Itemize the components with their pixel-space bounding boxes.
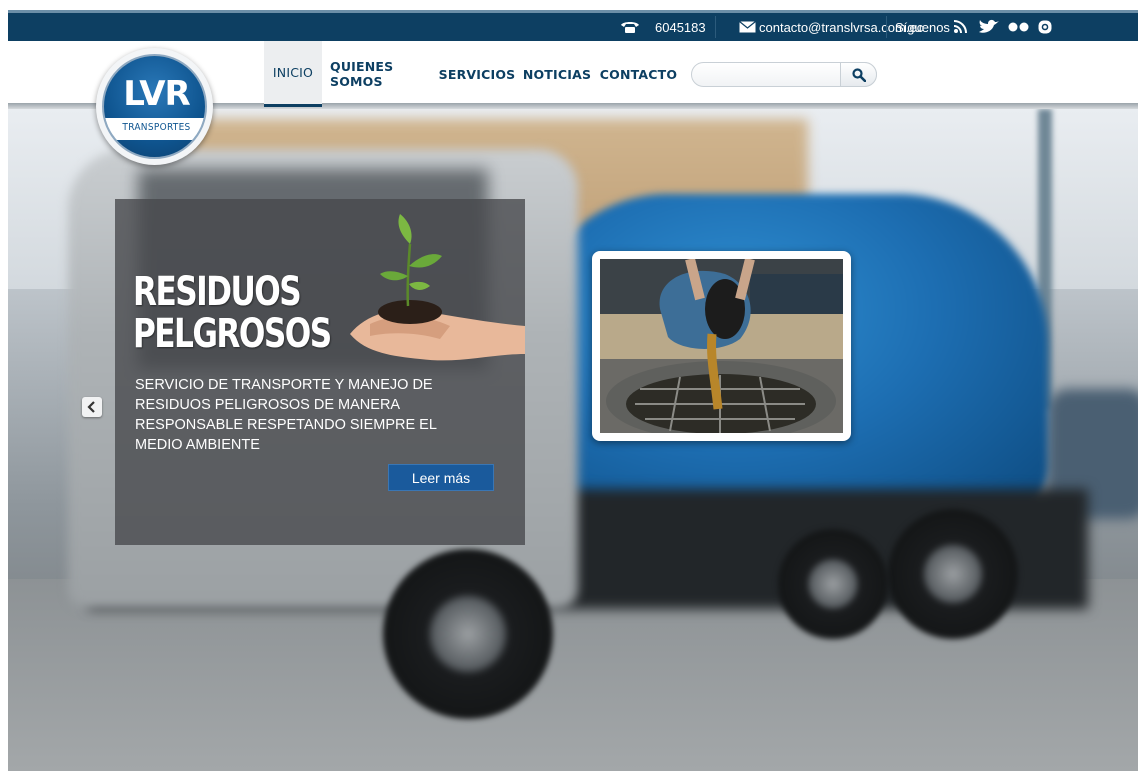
search-input[interactable] xyxy=(702,66,842,84)
slide-caption: RESIDUOS PELGROSOS SERVICIO DE TRANSPORT… xyxy=(115,199,525,545)
nav-contacto[interactable]: CONTACTO xyxy=(600,41,677,107)
truck-wheel-middle xyxy=(778,529,888,639)
phone-icon xyxy=(620,13,640,41)
divider xyxy=(886,16,887,38)
logo-subtext: TRANSPORTES xyxy=(122,122,191,133)
follow-label: Síguenos xyxy=(895,19,950,35)
truck-wheel-front xyxy=(383,549,553,719)
slide-text-line2: RESIDUOS PELIGROSOS DE MANERA xyxy=(135,397,401,413)
twitter-icon[interactable] xyxy=(978,13,1000,41)
search-icon xyxy=(851,67,866,82)
slide-photo xyxy=(600,259,843,433)
logo-text: LVR xyxy=(123,74,190,114)
plant-in-hands-image xyxy=(350,214,525,361)
rss-icon[interactable] xyxy=(953,13,969,41)
nav-inicio[interactable]: INICIO xyxy=(264,41,322,107)
slide-text-line4: MEDIO AMBIENTE xyxy=(135,437,260,453)
flickr-icon[interactable] xyxy=(1008,13,1030,41)
slide-photo-frame xyxy=(592,251,851,441)
truck-wheel-rear xyxy=(888,509,1018,639)
logo[interactable]: LVR TRANSPORTES xyxy=(96,48,213,165)
nav-servicios[interactable]: SERVICIOS xyxy=(439,41,516,107)
search-button[interactable] xyxy=(840,62,877,87)
slider-prev-button[interactable] xyxy=(82,397,102,417)
slide-text-line3: RESPONSABLE RESPETANDO SIEMPRE EL xyxy=(135,417,437,433)
divider xyxy=(715,16,716,38)
instagram-icon[interactable] xyxy=(1038,13,1052,41)
nav-quienes-somos[interactable]: QUIENES SOMOS xyxy=(330,41,425,107)
read-more-button[interactable]: Leer más xyxy=(388,464,494,491)
chevron-left-icon xyxy=(87,401,95,413)
slide-title: RESIDUOS PELGROSOS xyxy=(133,269,332,357)
slide-title-line2: PELGROSOS xyxy=(133,311,332,357)
phone-number[interactable]: 6045183 xyxy=(655,13,706,41)
slide-text-line1: SERVICIO DE TRANSPORTE Y MANEJO DE xyxy=(135,377,433,393)
top-bar: 6045183 contacto@translvrsa.com.ec Sígue… xyxy=(8,10,1138,41)
slide-title-line1: RESIDUOS xyxy=(133,269,302,315)
waste-pouring-image xyxy=(600,259,843,433)
slide-description: SERVICIO DE TRANSPORTE Y MANEJO DE RESID… xyxy=(135,375,455,455)
logo-badge: LVR TRANSPORTES xyxy=(102,54,207,159)
nav-noticias[interactable]: NOTICIAS xyxy=(523,41,591,107)
mail-icon xyxy=(739,21,756,33)
